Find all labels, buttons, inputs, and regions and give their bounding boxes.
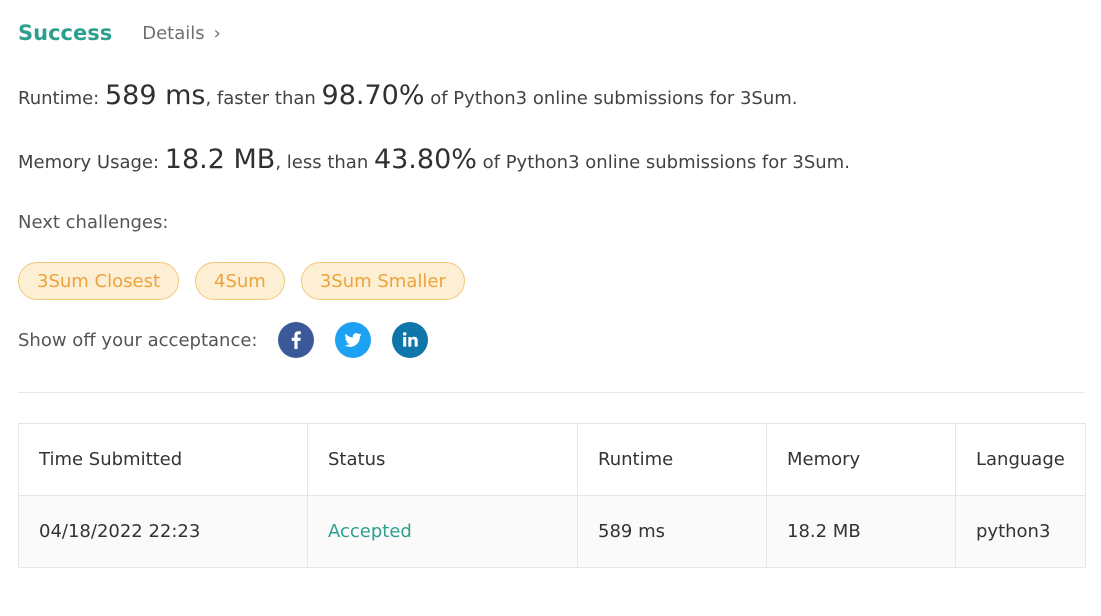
runtime-value: 589 ms <box>104 80 206 111</box>
facebook-icon[interactable] <box>278 322 315 358</box>
challenge-chip-3sum-smaller[interactable]: 3Sum Smaller <box>300 262 465 300</box>
cell-runtime: 589 ms <box>577 495 767 568</box>
memory-label: Memory Usage: <box>18 152 165 173</box>
cell-status-link[interactable]: Accepted <box>307 495 578 568</box>
runtime-suffix: of Python3 online submissions for 3Sum. <box>424 88 798 109</box>
challenge-chip-3sum-closest[interactable]: 3Sum Closest <box>18 262 180 300</box>
success-status: Success <box>18 21 113 45</box>
memory-value: 18.2 MB <box>164 144 276 175</box>
details-label: Details <box>142 22 205 44</box>
challenge-chip-4sum[interactable]: 4Sum <box>195 262 285 300</box>
column-header-memory: Memory <box>766 423 956 496</box>
memory-comparison: , less than <box>275 152 374 173</box>
runtime-label: Runtime: <box>18 88 105 109</box>
cell-memory: 18.2 MB <box>766 495 956 568</box>
next-challenges-list: 3Sum Closest 4Sum 3Sum Smaller <box>18 262 481 300</box>
details-link[interactable]: Details › <box>142 23 221 44</box>
column-header-language: Language <box>955 423 1086 496</box>
memory-suffix: of Python3 online submissions for 3Sum. <box>476 152 850 173</box>
twitter-icon[interactable] <box>335 322 372 358</box>
column-header-time-submitted: Time Submitted <box>18 423 308 496</box>
cell-language: python3 <box>955 495 1086 568</box>
cell-time-submitted: 04/18/2022 22:23 <box>18 495 308 568</box>
chevron-right-icon: › <box>213 22 221 44</box>
table-row: 04/18/2022 22:23 Accepted 589 ms 18.2 MB… <box>18 495 1086 568</box>
submissions-table: Time Submitted Status Runtime Memory Lan… <box>18 423 1086 568</box>
table-header-row: Time Submitted Status Runtime Memory Lan… <box>18 423 1086 496</box>
next-challenges-label: Next challenges: <box>18 212 169 233</box>
result-header: Success Details › <box>18 18 221 48</box>
runtime-comparison: , faster than <box>205 88 322 109</box>
runtime-percent: 98.70% <box>321 80 425 111</box>
linkedin-icon[interactable] <box>392 322 429 358</box>
column-header-runtime: Runtime <box>577 423 767 496</box>
submission-result-page: Success Details › Runtime: 589 ms, faste… <box>0 0 1101 616</box>
share-row: Show off your acceptance: <box>18 322 429 358</box>
column-header-status: Status <box>307 423 578 496</box>
memory-percent: 43.80% <box>373 144 477 175</box>
runtime-summary: Runtime: 589 ms, faster than 98.70% of P… <box>18 80 798 111</box>
section-divider <box>18 392 1085 393</box>
share-label: Show off your acceptance: <box>18 329 258 351</box>
memory-summary: Memory Usage: 18.2 MB, less than 43.80% … <box>18 144 850 175</box>
